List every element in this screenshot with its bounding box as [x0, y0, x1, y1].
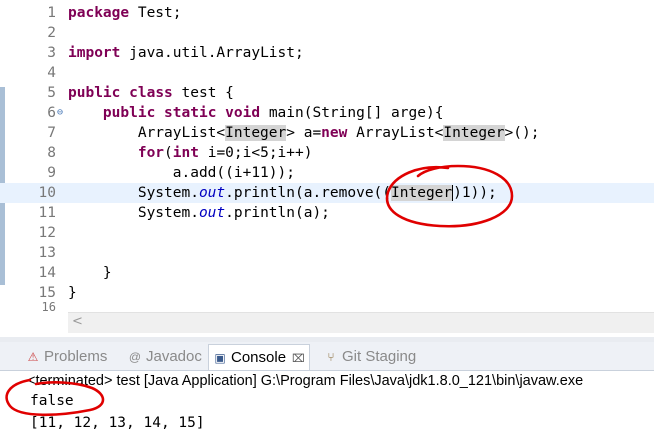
tab-label: Javadoc	[146, 348, 202, 365]
console-output-line: false	[30, 393, 74, 409]
tab-console[interactable]: ▣ Console ⌧	[208, 344, 310, 370]
tab-label: Git Staging	[342, 348, 417, 365]
line-number: 14	[38, 265, 56, 281]
tab-problems[interactable]: ⚠ Problems	[26, 346, 108, 368]
code-line[interactable]: 11 System.out.println(a);	[0, 203, 654, 223]
code-text: for(int i=0;i<5;i++)	[137, 145, 313, 161]
console-icon: ▣	[214, 351, 226, 365]
tab-git-staging[interactable]: ⑂ Git Staging	[324, 346, 416, 368]
current-code-line[interactable]: 10 System.out.println(a.remove((Integer)…	[0, 183, 654, 203]
line-number: 8	[47, 145, 56, 161]
line-number: 5	[47, 85, 56, 101]
code-line[interactable]: 1 package Test;	[0, 3, 654, 23]
code-text: public class test {	[68, 85, 234, 101]
line-number: 3	[47, 45, 56, 61]
scroll-left-icon[interactable]: <	[72, 314, 83, 329]
line-number: 13	[38, 245, 56, 261]
code-line[interactable]: 4	[0, 63, 654, 83]
line-number: 12	[38, 225, 56, 241]
line-number: 4	[47, 65, 56, 81]
code-line[interactable]: 8 for(int i=0;i<5;i++)	[0, 143, 654, 163]
git-staging-icon: ⑂	[327, 350, 335, 364]
code-text: a.add((i+11));	[68, 165, 295, 181]
code-line[interactable]: 3 import java.util.ArrayList;	[0, 43, 654, 63]
tab-label: Problems	[44, 348, 108, 365]
code-text: System.out.println(a.remove((Integer)1))…	[68, 185, 497, 201]
code-line[interactable]: 9 a.add((i+11));	[0, 163, 654, 183]
line-number: 7	[47, 125, 56, 141]
code-line[interactable]: 13	[0, 243, 654, 263]
code-text: }	[68, 285, 77, 301]
javadoc-icon: @	[128, 350, 142, 364]
code-editor[interactable]: 1 package Test; 2 3 import java.util.ArrayLi…	[0, 0, 654, 337]
panel-tab-bar: ⚠ Problems @ Javadoc ▣ Console ⌧ ⑂ Git Stagin…	[0, 342, 654, 371]
line-number: 9	[47, 165, 56, 181]
line-number: 2	[47, 25, 56, 41]
code-line[interactable]: 5 public class test {	[0, 83, 654, 103]
close-icon[interactable]: ⌧	[292, 353, 305, 365]
code-line[interactable]: 12	[0, 223, 654, 243]
line-number: 11	[38, 205, 56, 221]
code-line[interactable]: 14 }	[0, 263, 654, 283]
problems-icon: ⚠	[27, 350, 39, 364]
code-line[interactable]: 7 ArrayList<Integer> a=new ArrayList<Int…	[0, 123, 654, 143]
code-text: }	[68, 265, 112, 281]
fold-toggle-icon[interactable]: ⊖	[57, 103, 63, 123]
bottom-panel: ⚠ Problems @ Javadoc ▣ Console ⌧ ⑂ Git Stagin…	[0, 342, 654, 446]
horizontal-scrollbar[interactable]: <	[68, 312, 654, 333]
line-number: 10	[38, 185, 56, 201]
code-text: System.out.println(a);	[68, 205, 330, 221]
console-status-line: <terminated> test [Java Application] G:\…	[27, 373, 584, 389]
code-text: ArrayList<Integer> a=new ArrayList<Integ…	[68, 125, 540, 141]
line-number: 6	[47, 105, 56, 121]
line-number: 16	[41, 300, 56, 314]
code-text: public static void main(String[] arge){	[102, 105, 444, 121]
code-line[interactable]: 2	[0, 23, 654, 43]
code-line[interactable]: 15}	[0, 283, 654, 303]
line-number: 1	[47, 5, 56, 21]
code-line[interactable]: 6 ⊖ public static void main(String[] arge…	[0, 103, 654, 123]
console-output-line: [11, 12, 13, 14, 15]	[30, 415, 205, 431]
tab-javadoc[interactable]: @ Javadoc	[128, 346, 202, 368]
code-text: package Test;	[68, 5, 182, 21]
tab-label: Console	[231, 349, 287, 366]
code-text: import java.util.ArrayList;	[68, 45, 304, 61]
